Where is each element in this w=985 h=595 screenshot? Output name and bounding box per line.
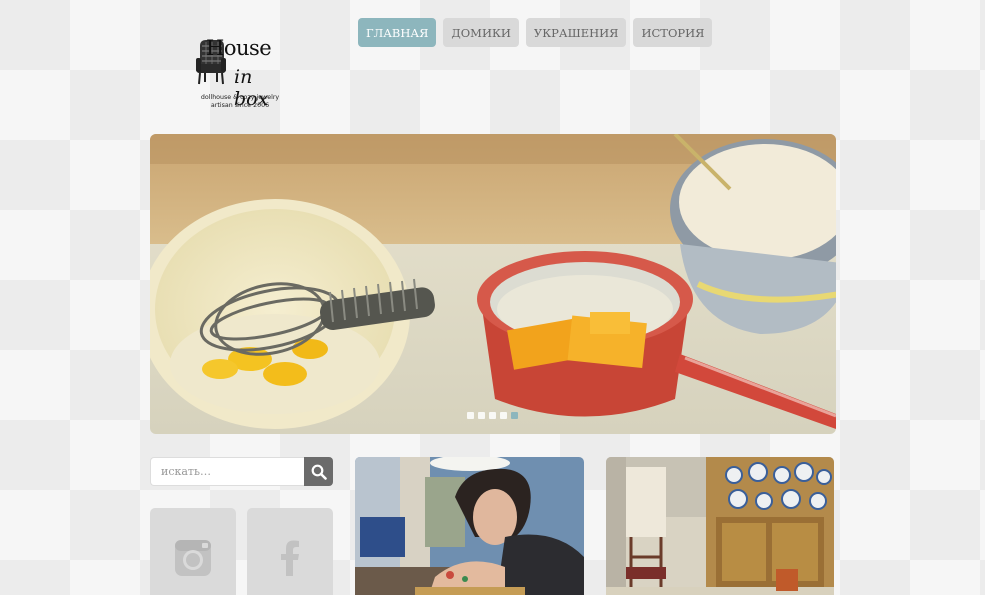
instagram-icon	[175, 540, 211, 576]
facebook-link[interactable]	[247, 508, 333, 595]
thumbnail-artisan[interactable]	[355, 457, 584, 595]
nav-item-jewelry[interactable]: УКРАШЕНИЯ	[525, 18, 627, 47]
main-nav: ГЛАВНАЯ ДОМИКИ УКРАШЕНИЯ ИСТОРИЯ	[358, 18, 713, 47]
site-logo[interactable]: House in box dollhouse & cozy jewelry ar…	[192, 34, 292, 114]
logo-title: House	[206, 36, 272, 60]
nav-item-home[interactable]: ГЛАВНАЯ	[358, 18, 437, 47]
nav-item-houses[interactable]: ДОМИКИ	[443, 18, 519, 47]
slide-image-miniature-kitchen	[150, 134, 836, 434]
search-form	[150, 457, 333, 486]
logo-tagline-line1: dollhouse & cozy jewelry	[200, 94, 280, 101]
facebook-icon	[281, 540, 299, 576]
logo-tagline-line2: artisan since 2006	[210, 102, 270, 109]
hero-slider[interactable]	[150, 134, 836, 434]
slider-dot[interactable]	[500, 412, 507, 419]
slider-dot-active[interactable]	[511, 412, 518, 419]
search-input[interactable]	[150, 457, 304, 486]
slider-dots	[467, 412, 518, 419]
thumbnail-interior[interactable]	[606, 457, 834, 595]
search-icon	[311, 464, 327, 480]
search-button[interactable]	[304, 457, 333, 486]
thumbnail-image-artisan	[355, 457, 584, 595]
instagram-link[interactable]	[150, 508, 236, 595]
slider-dot[interactable]	[478, 412, 485, 419]
nav-item-history[interactable]: ИСТОРИЯ	[633, 18, 713, 47]
slider-dot[interactable]	[467, 412, 474, 419]
thumbnail-image-interior	[606, 457, 834, 595]
logo-tagline: dollhouse & cozy jewelry artisan since 2…	[192, 94, 288, 110]
slider-dot[interactable]	[489, 412, 496, 419]
